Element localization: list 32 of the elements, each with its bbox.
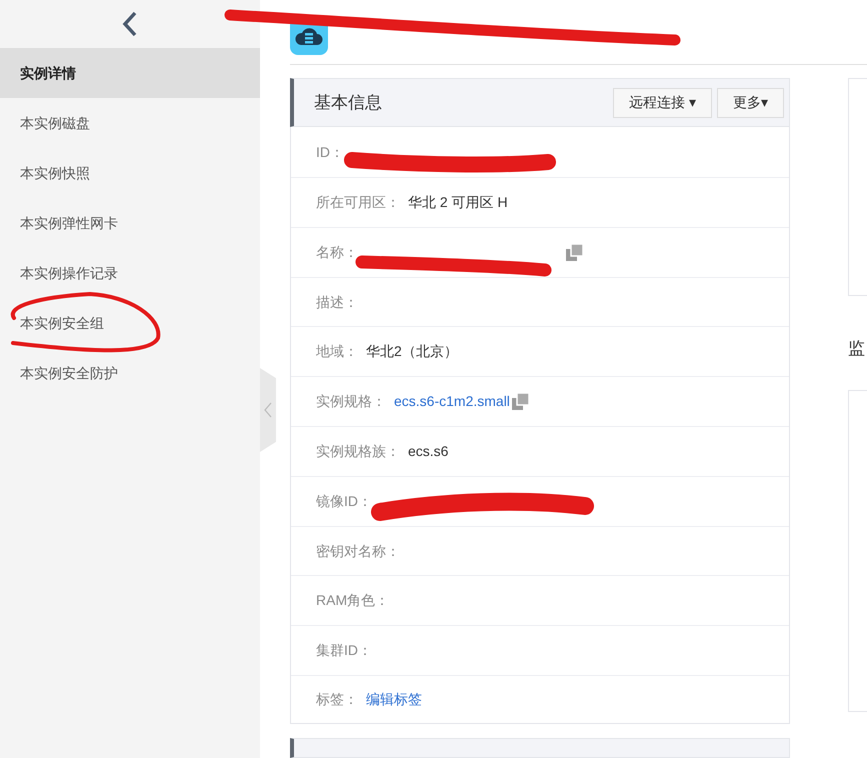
panel-title: 基本信息 <box>314 92 383 114</box>
field-label: 镜像ID： <box>316 492 372 511</box>
sidebar-item[interactable]: 本实例快照 <box>0 148 260 198</box>
back-icon <box>122 11 138 37</box>
field-label: 地域： <box>316 342 358 362</box>
field-value: ecs.s6 <box>408 442 448 461</box>
sidebar-item[interactable]: 本实例操作记录 <box>0 248 260 298</box>
dropdown-button[interactable]: 更多▾ <box>717 88 784 118</box>
dropdown-button[interactable]: 远程连接 ▾ <box>613 88 712 118</box>
field-label: RAM角色： <box>316 591 390 610</box>
field-label: 密钥对名称： <box>316 542 400 560</box>
chevron-left-icon <box>264 402 272 418</box>
field-value: 华北2（北京） <box>366 342 458 362</box>
sidebar-item[interactable]: 实例详情 <box>0 48 260 98</box>
field-label: ID： <box>316 142 344 162</box>
field-label: 实例规格族： <box>316 442 400 461</box>
field-label: 实例规格： <box>316 392 386 412</box>
copy-icon[interactable] <box>512 393 529 410</box>
field-label: 标签： <box>316 690 358 709</box>
field-label: 集群ID： <box>316 641 372 660</box>
copy-icon[interactable] <box>566 244 583 261</box>
field-label: 所在可用区： <box>316 192 400 212</box>
value-link[interactable]: 编辑标签 <box>366 689 422 710</box>
sidebar-item[interactable]: 本实例安全防护 <box>0 348 260 398</box>
value-link[interactable]: ecs.s6-c1m2.small <box>394 391 510 412</box>
sidebar-item[interactable]: 本实例安全组 <box>0 298 260 348</box>
field-label: 描述： <box>316 292 358 312</box>
field-value: 华北 2 可用区 H <box>408 192 508 212</box>
sidebar-item[interactable]: 本实例磁盘 <box>0 98 260 148</box>
section-heading: 监 <box>848 338 866 360</box>
sidebar-item[interactable]: 本实例弹性网卡 <box>0 198 260 248</box>
field-label: 名称： <box>316 242 358 262</box>
